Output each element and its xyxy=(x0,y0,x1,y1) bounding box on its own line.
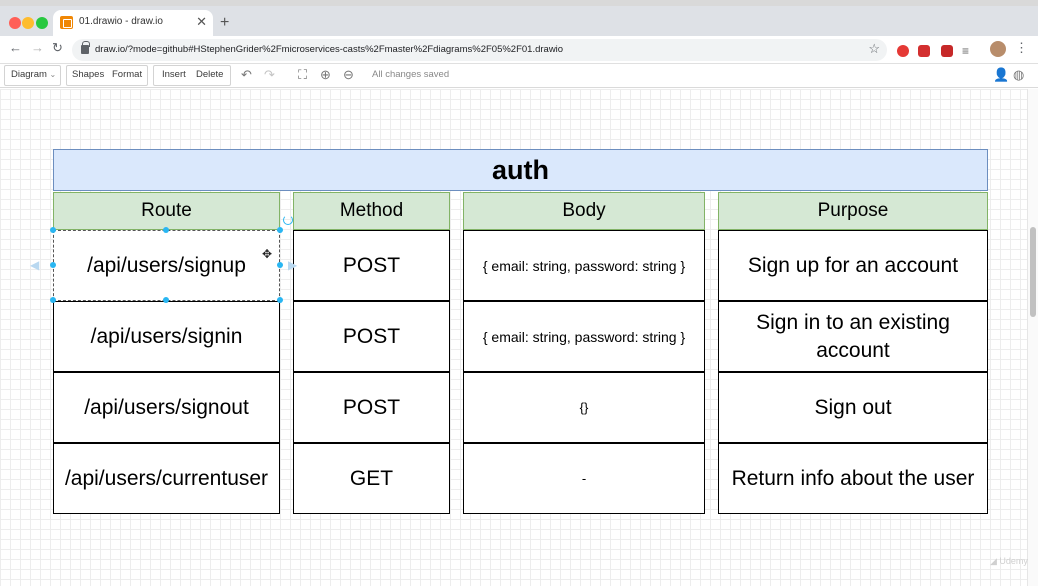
purpose-cell[interactable]: Sign in to an existing account xyxy=(718,301,988,372)
route-cell[interactable]: /api/users/signout xyxy=(53,372,280,443)
lock-icon xyxy=(81,41,90,54)
purpose-text: Sign out xyxy=(814,395,892,419)
body-cell[interactable]: - xyxy=(463,443,705,514)
diagram-menu-button[interactable]: Diagram ⌄ xyxy=(6,64,61,86)
resize-handle[interactable] xyxy=(277,227,283,233)
browser-nav-bar: ← → ↻ draw.io/?mode=github#HStephenGride… xyxy=(0,36,1038,64)
redo-icon[interactable]: ↷ xyxy=(264,67,275,83)
header-label: Purpose xyxy=(817,200,889,221)
globe-icon[interactable]: ◍ xyxy=(1013,67,1024,83)
extension-icon[interactable] xyxy=(918,45,930,57)
shapes-button[interactable]: Shapes xyxy=(67,64,109,86)
zoom-in-icon[interactable]: ⊕ xyxy=(320,67,331,83)
method-text: GET xyxy=(349,466,394,490)
scrollbar-thumb[interactable] xyxy=(1030,227,1036,317)
resize-handle[interactable] xyxy=(50,227,56,233)
reload-icon[interactable]: ↻ xyxy=(52,40,63,56)
body-cell[interactable]: { email: string, password: string } xyxy=(463,301,705,372)
resize-handle[interactable] xyxy=(163,227,169,233)
new-tab-button[interactable]: + xyxy=(220,14,229,32)
method-cell[interactable]: POST xyxy=(293,301,450,372)
browser-tab[interactable]: 01.drawio - draw.io ✕ xyxy=(53,10,213,36)
route-text: /api/users/signout xyxy=(84,395,249,419)
diagram-menu-label: Diagram xyxy=(11,69,47,80)
diagram-title: auth xyxy=(492,154,549,185)
header-purpose[interactable]: Purpose xyxy=(718,192,988,230)
resize-handle[interactable] xyxy=(163,297,169,303)
address-bar[interactable]: draw.io/?mode=github#HStephenGrider%2Fmi… xyxy=(72,39,887,61)
method-cell[interactable]: POST xyxy=(293,372,450,443)
zoom-out-icon[interactable]: ⊖ xyxy=(343,67,354,83)
resize-handle[interactable] xyxy=(50,297,56,303)
fit-icon[interactable]: ⛶ xyxy=(298,67,307,83)
save-status: All changes saved xyxy=(372,69,450,80)
undo-icon[interactable]: ↶ xyxy=(241,67,252,83)
method-text: POST xyxy=(342,253,401,277)
star-icon[interactable]: ☆ xyxy=(868,41,880,57)
udemy-watermark-logo: ◢ Udemy xyxy=(990,556,1028,566)
resize-handle[interactable] xyxy=(277,297,283,303)
method-cell[interactable]: GET xyxy=(293,443,450,514)
header-label: Route xyxy=(141,200,192,221)
tab-title: 01.drawio - draw.io xyxy=(79,16,163,27)
connect-arrow-left-icon[interactable]: ◀ xyxy=(30,259,44,271)
insert-button[interactable]: Insert xyxy=(157,64,191,86)
route-cell[interactable]: /api/users/currentuser xyxy=(53,443,280,514)
header-route[interactable]: Route xyxy=(53,192,280,230)
forward-icon[interactable]: → xyxy=(31,40,44,55)
header-body[interactable]: Body xyxy=(463,192,705,230)
route-text: /api/users/signin xyxy=(90,324,243,348)
body-cell[interactable]: { email: string, password: string } xyxy=(463,230,705,301)
close-icon[interactable]: ✕ xyxy=(196,14,207,30)
purpose-cell[interactable]: Return info about the user xyxy=(718,443,988,514)
browser-tab-strip: 01.drawio - draw.io ✕ + xyxy=(0,6,1038,36)
rotate-handle-icon[interactable] xyxy=(283,215,293,225)
purpose-text: Sign in to an existing account xyxy=(756,310,950,362)
route-text: /api/users/signup xyxy=(87,253,246,277)
header-label: Body xyxy=(562,200,606,221)
body-cell[interactable]: {} xyxy=(463,372,705,443)
method-text: POST xyxy=(342,324,401,348)
url-text[interactable]: draw.io/?mode=github#HStephenGrider%2Fmi… xyxy=(95,44,563,55)
purpose-cell[interactable]: Sign out xyxy=(718,372,988,443)
method-cell[interactable]: POST xyxy=(293,230,450,301)
connect-arrow-right-icon[interactable]: ▶ xyxy=(288,259,302,271)
route-cell[interactable]: /api/users/signin xyxy=(53,301,280,372)
kebab-menu-icon[interactable]: ⋮ xyxy=(1015,40,1028,56)
resize-handle[interactable] xyxy=(50,262,56,268)
auth-title-box[interactable]: auth xyxy=(53,149,988,191)
body-text: { email: string, password: string } xyxy=(482,328,686,345)
drawio-favicon-icon xyxy=(60,16,73,29)
vertical-scrollbar[interactable] xyxy=(1027,89,1038,586)
route-cell[interactable]: /api/users/signup xyxy=(53,230,280,301)
back-icon[interactable]: ← xyxy=(9,40,22,55)
extension-icon[interactable]: ≡ xyxy=(962,44,969,58)
move-cursor-icon: ✥ xyxy=(262,247,273,261)
header-method[interactable]: Method xyxy=(293,192,450,230)
resize-handle[interactable] xyxy=(277,262,283,268)
extension-icon[interactable] xyxy=(941,45,953,57)
avatar[interactable] xyxy=(990,41,1006,57)
header-label: Method xyxy=(339,200,404,221)
maximize-window-button[interactable] xyxy=(36,17,48,29)
body-text: - xyxy=(581,470,587,486)
method-text: POST xyxy=(342,395,401,419)
purpose-text: Sign up for an account xyxy=(747,253,959,277)
delete-button[interactable]: Delete xyxy=(191,64,228,86)
body-text: { email: string, password: string } xyxy=(482,257,686,274)
chevron-down-icon: ⌄ xyxy=(49,70,57,79)
route-text: /api/users/currentuser xyxy=(64,466,269,490)
close-window-button[interactable] xyxy=(9,17,21,29)
minimize-window-button[interactable] xyxy=(22,17,34,29)
drawio-toolbar: Diagram ⌄ Shapes Format Insert Delete ↶ … xyxy=(0,64,1038,88)
user-icon[interactable]: 👤 xyxy=(993,67,1009,83)
body-text: {} xyxy=(579,399,589,415)
format-button[interactable]: Format xyxy=(107,64,147,86)
purpose-cell[interactable]: Sign up for an account xyxy=(718,230,988,301)
purpose-text: Return info about the user xyxy=(731,466,975,490)
extension-icon[interactable] xyxy=(897,45,909,57)
